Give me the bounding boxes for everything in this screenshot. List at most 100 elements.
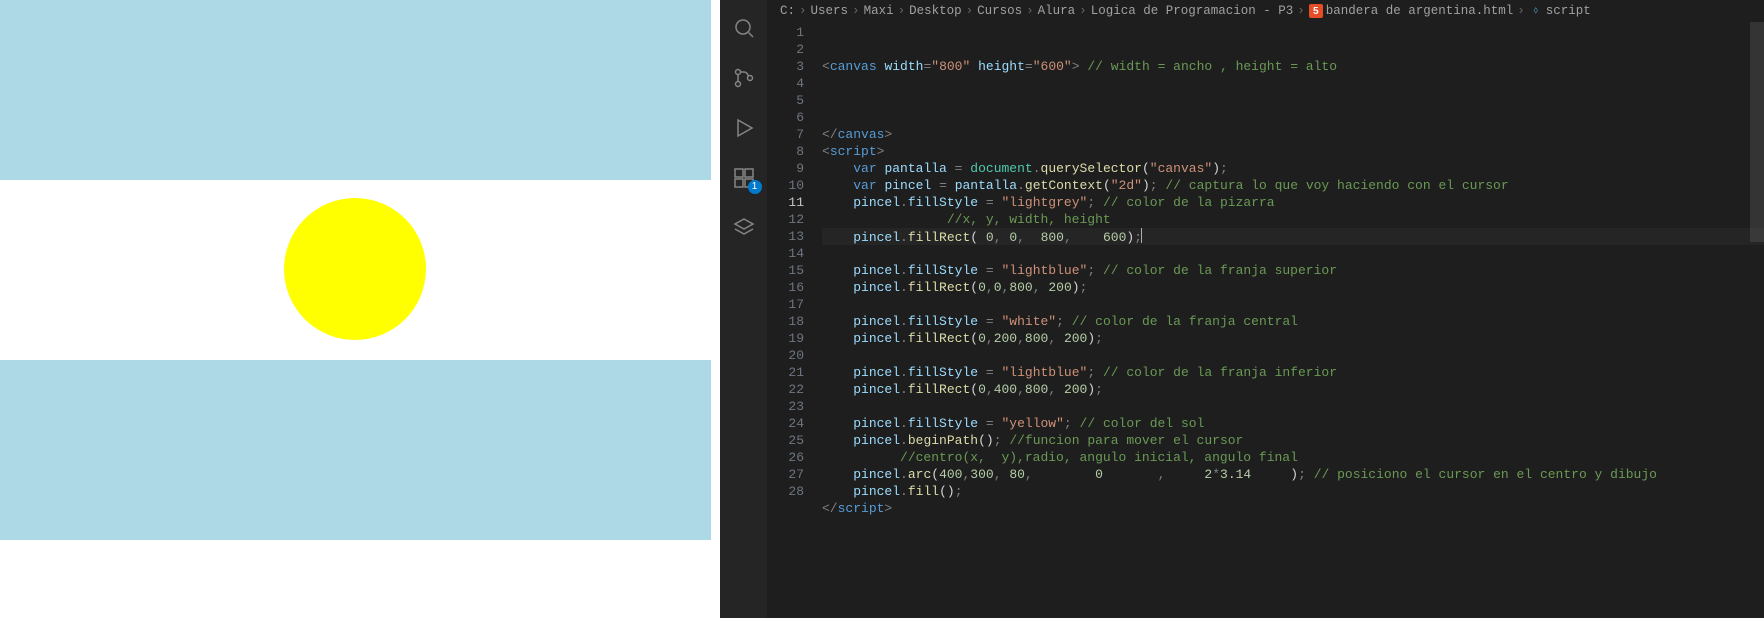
line-number: 27	[768, 466, 804, 483]
breadcrumb-segment[interactable]: Alura	[1038, 4, 1076, 18]
code-token	[931, 178, 939, 193]
code-content[interactable]: <canvas width="800" height="600"> // wid…	[822, 22, 1764, 618]
breadcrumb-segment[interactable]: Cursos	[977, 4, 1022, 18]
run-debug-icon[interactable]	[720, 108, 768, 148]
code-token	[853, 212, 947, 227]
code-token: .	[900, 230, 908, 245]
line-number: 11	[768, 194, 804, 211]
code-token: pincel	[853, 263, 900, 278]
code-line[interactable]	[822, 296, 1764, 313]
code-token	[1025, 230, 1041, 245]
line-number: 10	[768, 177, 804, 194]
breadcrumb-segment[interactable]: Users	[811, 4, 849, 18]
extensions-icon[interactable]	[720, 158, 768, 198]
code-token: .	[1017, 178, 1025, 193]
code-token	[994, 195, 1002, 210]
code-token: //x, y, width, height	[947, 212, 1111, 227]
code-token: 800	[1041, 230, 1064, 245]
line-number: 26	[768, 449, 804, 466]
code-token: 0	[978, 280, 986, 295]
code-token: pincel	[853, 382, 900, 397]
code-line[interactable]: pincel.fillRect(0,400,800, 200);	[822, 381, 1764, 398]
canvas-output	[0, 0, 711, 540]
code-token: script	[830, 144, 877, 159]
code-token: >	[1072, 59, 1080, 74]
code-line[interactable]: var pincel = pantalla.getContext("2d"); …	[822, 177, 1764, 194]
chevron-right-icon: ›	[1297, 4, 1305, 18]
code-line[interactable]	[822, 398, 1764, 415]
code-line[interactable]: pincel.fillStyle = "lightblue"; // color…	[822, 364, 1764, 381]
code-token: "800"	[931, 59, 970, 74]
source-control-icon[interactable]	[720, 58, 768, 98]
code-token	[978, 314, 986, 329]
code-line[interactable]: pincel.fill();	[822, 483, 1764, 500]
code-line[interactable]: </script>	[822, 500, 1764, 517]
code-token: (	[939, 484, 947, 499]
breadcrumb-file[interactable]: bandera de argentina.html	[1326, 4, 1514, 18]
code-token: pantalla	[884, 161, 946, 176]
code-token: "canvas"	[1150, 161, 1212, 176]
code-token: pincel	[853, 314, 900, 329]
code-token: 400	[939, 467, 962, 482]
code-line[interactable]: <canvas width="800" height="600"> // wid…	[822, 58, 1764, 75]
breadcrumb-segment[interactable]: Maxi	[864, 4, 894, 18]
code-line[interactable]: var pantalla = document.querySelector("c…	[822, 160, 1764, 177]
remote-icon[interactable]	[720, 208, 768, 248]
breadcrumb-segment[interactable]: Logica de Programacion - P3	[1091, 4, 1294, 18]
code-token	[1072, 416, 1080, 431]
code-line[interactable]: //x, y, width, height	[822, 211, 1764, 228]
code-token: ;	[955, 484, 963, 499]
code-token	[978, 416, 986, 431]
code-token: //centro(x, y),radio, angulo inicial, an…	[900, 450, 1298, 465]
code-area[interactable]: 1234567891011121314151617181920212223242…	[768, 22, 1764, 618]
code-token: ,	[994, 467, 1002, 482]
code-line[interactable]	[822, 517, 1764, 534]
breadcrumb-segment[interactable]: Desktop	[909, 4, 962, 18]
code-token: pincel	[853, 280, 900, 295]
code-line[interactable]: pincel.beginPath(); //funcion para mover…	[822, 432, 1764, 449]
line-number: 16	[768, 279, 804, 296]
code-line[interactable]	[822, 245, 1764, 262]
code-line[interactable]: pincel.fillStyle = "white"; // color de …	[822, 313, 1764, 330]
code-line[interactable]: </canvas>	[822, 126, 1764, 143]
code-token: =	[1025, 59, 1033, 74]
code-token	[978, 263, 986, 278]
code-token: ,	[1048, 382, 1056, 397]
code-token	[853, 450, 900, 465]
code-line[interactable]: <script>	[822, 143, 1764, 160]
code-line[interactable]: pincel.fillStyle = "lightgrey"; // color…	[822, 194, 1764, 211]
code-token: .	[900, 467, 908, 482]
code-line[interactable]: pincel.fillStyle = "lightblue"; // color…	[822, 262, 1764, 279]
code-token: pincel	[853, 195, 900, 210]
code-token: </	[822, 127, 838, 142]
editor-vertical-scrollbar[interactable]	[1750, 22, 1764, 618]
code-line[interactable]: //centro(x, y),radio, angulo inicial, an…	[822, 449, 1764, 466]
code-line[interactable]: pincel.fillRect(0,200,800, 200);	[822, 330, 1764, 347]
code-token: "2d"	[1111, 178, 1142, 193]
code-line[interactable]	[822, 75, 1764, 92]
html-file-icon: 5	[1309, 4, 1323, 18]
code-line[interactable]: pincel.arc(400,300, 80, 0 , 2*3.14 ); //…	[822, 466, 1764, 483]
breadcrumb-symbol[interactable]: script	[1546, 4, 1591, 18]
code-token: <	[822, 144, 830, 159]
chevron-right-icon: ›	[852, 4, 860, 18]
code-token: var	[853, 178, 876, 193]
code-line[interactable]	[822, 92, 1764, 109]
code-token: =	[986, 263, 994, 278]
code-token: 200	[1064, 382, 1087, 397]
search-icon[interactable]	[720, 8, 768, 48]
code-token	[978, 195, 986, 210]
code-token: ;	[1095, 382, 1103, 397]
code-line[interactable]: pincel.fillRect(0,0,800, 200);	[822, 279, 1764, 296]
scrollbar-thumb[interactable]	[1750, 22, 1764, 242]
code-token: // color de la franja superior	[1103, 263, 1337, 278]
code-token: .	[900, 195, 908, 210]
code-line[interactable]: pincel.fillStyle = "yellow"; // color de…	[822, 415, 1764, 432]
code-token: ,	[1017, 230, 1025, 245]
code-line[interactable]	[822, 109, 1764, 126]
breadcrumb-segment[interactable]: C:	[780, 4, 795, 18]
code-line[interactable]	[822, 347, 1764, 364]
code-token: ,	[1017, 382, 1025, 397]
code-line[interactable]: pincel.fillRect( 0, 0, 800, 600);	[822, 228, 1764, 245]
breadcrumb[interactable]: C:›Users›Maxi›Desktop›Cursos›Alura›Logic…	[768, 0, 1764, 22]
